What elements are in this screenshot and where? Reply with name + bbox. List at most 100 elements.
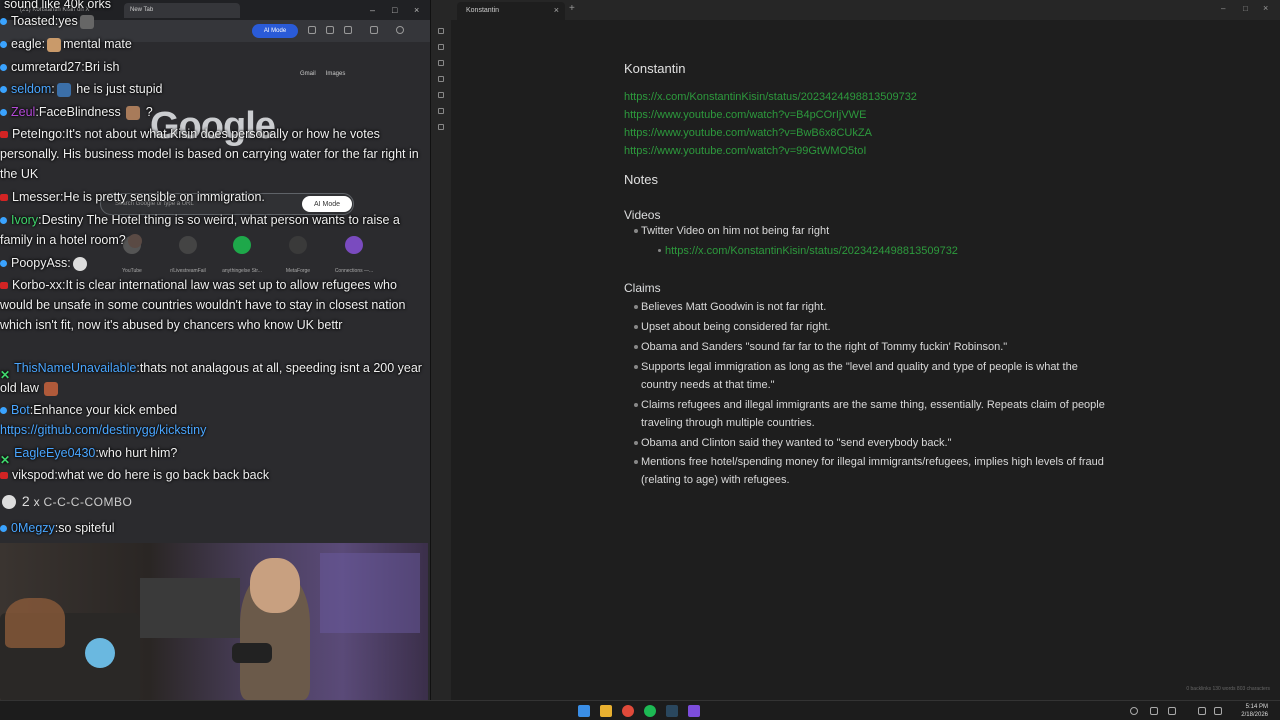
user-badge-icon bbox=[0, 260, 7, 268]
system-clock[interactable]: 5:14 PM 2/18/2026 bbox=[1241, 703, 1268, 719]
chat-text: Bri ish bbox=[84, 60, 120, 74]
chat-message: vikspod:what we do here is go back back … bbox=[0, 465, 426, 485]
chrome-icon[interactable] bbox=[622, 705, 634, 717]
note-link[interactable]: https://www.youtube.com/watch?v=BwB6x8CU… bbox=[624, 127, 872, 139]
chat-username[interactable]: ThisNameUnavailable bbox=[14, 361, 136, 375]
file-explorer-icon[interactable] bbox=[600, 705, 612, 717]
spotify-icon[interactable] bbox=[644, 705, 656, 717]
chat-username[interactable]: cumretard27 bbox=[11, 60, 81, 74]
network-icon[interactable] bbox=[1198, 707, 1206, 715]
volume-icon[interactable] bbox=[1214, 707, 1222, 715]
chat-username[interactable]: PeteIngo bbox=[12, 127, 62, 141]
note-tab-konstantin[interactable]: Konstantin × bbox=[457, 2, 565, 20]
chat-message: 0Megzy:so spiteful bbox=[0, 518, 426, 538]
combo-label: C-C-C-COMBO bbox=[43, 495, 133, 509]
start-icon[interactable] bbox=[578, 705, 590, 717]
taskbar: 5:14 PM 2/18/2026 bbox=[0, 700, 1280, 720]
list-icon[interactable] bbox=[438, 124, 444, 130]
maximize-icon[interactable]: □ bbox=[1243, 4, 1248, 13]
bullet-icon bbox=[634, 365, 638, 369]
chat-username[interactable]: Lmesser bbox=[12, 190, 60, 204]
user-badge-icon bbox=[0, 525, 7, 533]
claim-item: Obama and Clinton said they wanted to "s… bbox=[641, 437, 952, 449]
emote-icon bbox=[72, 256, 87, 271]
tray-icon[interactable] bbox=[1130, 707, 1138, 715]
chat-text: FaceBlindness bbox=[38, 105, 121, 119]
graph-icon[interactable] bbox=[438, 60, 444, 66]
claim-item: Mentions free hotel/spending money for i… bbox=[641, 456, 1104, 486]
chat-username[interactable]: Zeul bbox=[11, 105, 35, 119]
chat-username[interactable]: 0Megzy bbox=[11, 521, 55, 535]
chat-text: so spiteful bbox=[58, 521, 115, 535]
chat-text: what we do here is go back back back bbox=[57, 468, 270, 482]
chat-combo: 2 x C-C-C-COMBO bbox=[0, 493, 133, 510]
bullet-icon bbox=[634, 403, 638, 407]
note-link[interactable]: https://www.youtube.com/watch?v=B4pCOrIj… bbox=[624, 109, 866, 121]
notes-tab-bar: Konstantin × + – □ × bbox=[431, 0, 1280, 20]
emote-icon bbox=[2, 495, 16, 510]
obsidian-icon[interactable] bbox=[688, 705, 700, 717]
chat-text: Destiny The Hotel thing is so weird, wha… bbox=[0, 213, 400, 247]
chat-text: yes bbox=[58, 14, 78, 28]
notes-app: Konstantin × + – □ × Konstantin https://… bbox=[430, 0, 1280, 700]
bullet-icon bbox=[634, 305, 638, 309]
chat-link[interactable]: https://github.com/destinygg/kickstiny bbox=[0, 423, 206, 437]
note-title: Konstantin bbox=[624, 61, 686, 76]
new-tab-icon[interactable]: + bbox=[569, 3, 575, 14]
tab-label: Konstantin bbox=[466, 7, 500, 14]
chat-message: Toasted:yes bbox=[0, 11, 426, 31]
bullet-icon bbox=[634, 345, 638, 349]
chat-message: Ivory:Destiny The Hotel thing is so weir… bbox=[0, 213, 400, 248]
templates-icon[interactable] bbox=[438, 92, 444, 98]
chat-username[interactable]: eagle bbox=[11, 37, 42, 51]
chat-username[interactable]: Ivory bbox=[11, 213, 38, 227]
note-link[interactable]: https://x.com/KonstantinKisin/status/202… bbox=[624, 91, 917, 103]
claim-item: Believes Matt Goodwin is not far right. bbox=[641, 301, 827, 313]
notes-ribbon bbox=[431, 20, 451, 700]
note-link[interactable]: https://www.youtube.com/watch?v=99GtWMO5… bbox=[624, 145, 866, 157]
video-item: Twitter Video on him not being far right bbox=[641, 225, 830, 237]
bullet-icon bbox=[658, 249, 661, 252]
user-badge-icon bbox=[0, 472, 8, 480]
chat-username[interactable]: PoopyAss bbox=[11, 256, 67, 270]
user-badge-icon bbox=[0, 194, 8, 202]
user-badge-icon bbox=[0, 131, 8, 139]
combo-mult: x bbox=[33, 495, 40, 509]
chat-username[interactable]: vikspod bbox=[12, 468, 54, 482]
claim-item: Obama and Sanders "sound far far to the … bbox=[641, 341, 1008, 353]
terminal-icon[interactable] bbox=[438, 108, 444, 114]
streamer-face bbox=[250, 558, 300, 613]
emote-icon bbox=[127, 233, 142, 248]
minimize-icon[interactable]: – bbox=[1221, 4, 1225, 13]
tray-icon[interactable] bbox=[1150, 707, 1158, 715]
bullet-icon bbox=[634, 460, 638, 464]
chat-username[interactable]: seldom bbox=[11, 82, 51, 96]
chat-username[interactable]: EagleEye0430 bbox=[14, 446, 95, 460]
note-status-bar: 0 backlinks 130 words 803 characters bbox=[1186, 686, 1270, 692]
stream-left-panel: (21) Konstantin Kisin on X New Tab – □ ×… bbox=[0, 0, 430, 700]
close-icon[interactable]: × bbox=[1263, 3, 1268, 13]
chat-username[interactable]: Toasted bbox=[11, 14, 55, 28]
files-icon[interactable] bbox=[438, 28, 444, 34]
tray-icon[interactable] bbox=[1168, 707, 1176, 715]
chat-username[interactable]: Korbo-xx bbox=[12, 278, 62, 292]
chat-text: It's not about what Kisin does personall… bbox=[0, 127, 419, 181]
chat-text: He is pretty sensible on immigration. bbox=[63, 190, 265, 204]
close-tab-icon[interactable]: × bbox=[554, 5, 559, 15]
lamp-shade bbox=[5, 598, 65, 648]
clock-date: 2/18/2026 bbox=[1241, 712, 1268, 718]
chat-message: Korbo-xx:It is clear international law w… bbox=[0, 278, 406, 332]
chat-message: ✕EagleEye0430:who hurt him? bbox=[0, 446, 178, 468]
chat-username[interactable]: Bot bbox=[11, 403, 30, 417]
chat-message: Zeul:FaceBlindness ? bbox=[0, 102, 426, 122]
note-link[interactable]: https://x.com/KonstantinKisin/status/202… bbox=[665, 242, 1135, 260]
monitor-glow bbox=[320, 553, 420, 633]
search-icon[interactable] bbox=[438, 44, 444, 50]
steam-icon[interactable] bbox=[666, 705, 678, 717]
user-badge-icon bbox=[0, 407, 7, 415]
chat-message: eagle: mental mate bbox=[0, 34, 426, 54]
claims-heading: Claims bbox=[624, 281, 661, 295]
calendar-icon[interactable] bbox=[438, 76, 444, 82]
user-badge-icon bbox=[0, 64, 7, 72]
chat-text: who hurt him? bbox=[98, 446, 178, 460]
